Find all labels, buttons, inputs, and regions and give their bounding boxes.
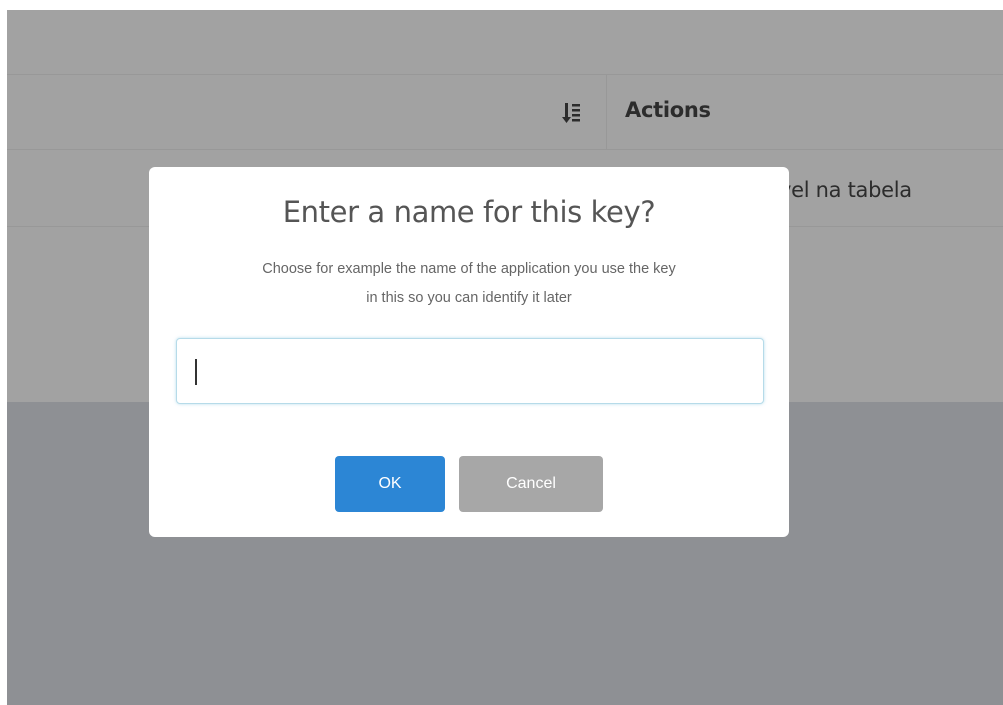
cancel-button[interactable]: Cancel (459, 456, 603, 512)
table-cell-text: vel na tabela (779, 178, 912, 202)
table-toolbar (7, 10, 1003, 75)
key-name-input[interactable] (176, 338, 764, 404)
column-divider (606, 75, 607, 150)
text-cursor (195, 359, 197, 385)
dialog-description: Choose for example the name of the appli… (173, 255, 765, 313)
table-header-row (7, 75, 1003, 150)
actions-column-header: Actions (625, 98, 711, 122)
dialog-description-line-1: Choose for example the name of the appli… (262, 261, 676, 277)
dialog-description-line-2: in this so you can identify it later (366, 290, 572, 306)
ok-button[interactable]: OK (335, 456, 445, 512)
name-key-dialog: Enter a name for this key? Choose for ex… (149, 167, 789, 537)
viewport: Actions vel na tabela Enter a name for t… (7, 10, 1003, 705)
dialog-title: Enter a name for this key? (282, 195, 656, 229)
sort-icon[interactable] (562, 101, 582, 125)
